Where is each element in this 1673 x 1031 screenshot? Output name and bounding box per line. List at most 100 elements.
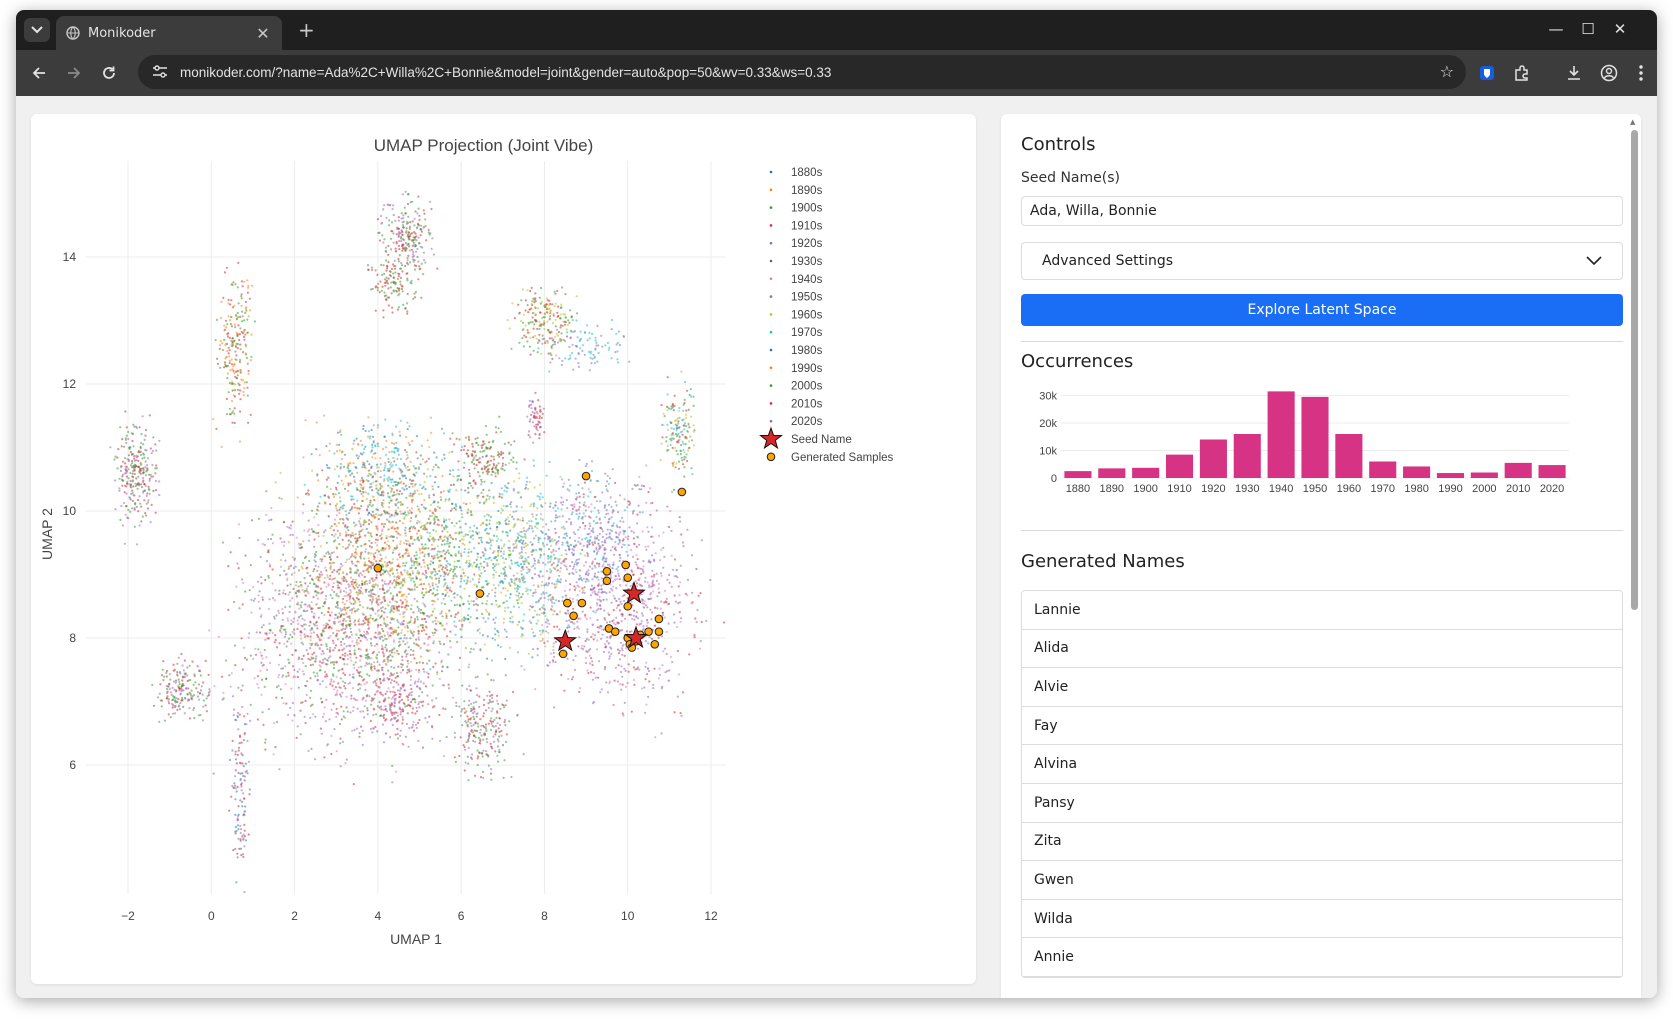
name-point	[352, 521, 356, 524]
name-point	[492, 501, 495, 505]
name-point	[650, 592, 653, 595]
name-point	[453, 525, 456, 528]
name-point	[288, 591, 291, 594]
name-point	[296, 619, 299, 622]
name-point	[342, 710, 345, 713]
name-point	[523, 668, 526, 671]
name-point	[557, 580, 560, 583]
name-point	[646, 667, 650, 670]
name-point	[430, 548, 433, 551]
name-point	[478, 536, 481, 539]
name-point	[397, 453, 400, 456]
name-point	[443, 603, 447, 606]
name-point	[355, 641, 358, 644]
name-point	[606, 636, 609, 639]
name-point	[594, 522, 598, 525]
name-point	[301, 670, 304, 673]
name-point	[680, 617, 683, 620]
name-point	[415, 585, 418, 589]
name-point	[396, 619, 399, 622]
name-point	[646, 581, 649, 584]
name-point	[336, 570, 339, 573]
active-tab[interactable]: Monikoder ✕	[56, 16, 282, 50]
name-point	[410, 648, 413, 651]
name-point	[320, 570, 323, 574]
name-point	[624, 685, 628, 689]
name-point	[556, 564, 559, 567]
reload-icon[interactable]	[98, 62, 120, 84]
name-point	[568, 517, 571, 521]
name-point	[260, 654, 263, 657]
name-point	[319, 727, 322, 730]
minimize-icon[interactable]: —	[1546, 20, 1566, 38]
name-point	[596, 618, 599, 622]
profile-icon[interactable]	[1598, 62, 1620, 84]
name-point	[384, 418, 387, 421]
forward-icon[interactable]	[63, 62, 85, 84]
bitwarden-extension-icon[interactable]	[1476, 62, 1498, 84]
name-point	[310, 627, 313, 630]
name-point	[559, 581, 562, 584]
menu-kebab-icon[interactable]	[1630, 62, 1652, 84]
address-bar[interactable]: monikoder.com/?name=Ada%2C+Willa%2C+Bonn…	[138, 55, 1466, 89]
name-point	[382, 447, 385, 451]
extensions-puzzle-icon[interactable]	[1511, 62, 1533, 84]
site-settings-icon[interactable]	[152, 65, 170, 79]
tab-search-button[interactable]	[24, 18, 50, 42]
name-point	[578, 569, 581, 572]
name-point	[516, 532, 519, 535]
name-point	[458, 603, 461, 606]
name-point	[584, 524, 587, 527]
back-icon[interactable]	[28, 62, 50, 84]
name-point	[463, 551, 466, 554]
name-point	[374, 452, 377, 455]
name-point	[557, 600, 561, 603]
name-point	[500, 539, 503, 542]
name-point	[516, 623, 519, 626]
name-point	[518, 539, 521, 543]
name-point	[548, 661, 552, 664]
name-point	[342, 572, 345, 575]
name-point	[330, 561, 334, 565]
close-window-icon[interactable]: ✕	[1610, 20, 1630, 38]
name-point	[399, 457, 403, 461]
name-point	[554, 501, 557, 504]
name-point	[583, 501, 586, 504]
name-point	[391, 478, 394, 481]
name-point	[495, 528, 498, 531]
name-point	[438, 559, 441, 562]
bookmark-star-icon[interactable]: ☆	[1440, 62, 1454, 81]
name-point	[355, 437, 358, 440]
name-point	[625, 550, 628, 553]
download-icon[interactable]	[1563, 62, 1585, 84]
name-point	[292, 587, 295, 590]
name-point	[399, 540, 402, 543]
name-point	[420, 611, 423, 614]
name-point	[660, 732, 663, 735]
maximize-icon[interactable]: ☐	[1578, 20, 1598, 38]
name-point	[358, 584, 361, 587]
name-point	[420, 583, 423, 586]
name-point	[355, 487, 358, 490]
name-point	[483, 502, 486, 505]
name-point	[431, 582, 434, 585]
close-tab-icon[interactable]: ✕	[254, 24, 272, 43]
name-point	[256, 580, 260, 583]
name-point	[351, 544, 355, 547]
name-point	[586, 553, 590, 556]
name-point	[369, 534, 372, 537]
name-point	[649, 502, 652, 505]
name-point	[304, 492, 308, 496]
name-point	[355, 669, 359, 672]
umap-plot[interactable]: −2 0 2 4 6 8 10 1268101214UMAP 1UMAP 21880s1890…	[31, 114, 976, 984]
name-point	[654, 606, 657, 609]
new-tab-icon[interactable]: +	[298, 20, 315, 40]
name-point	[403, 515, 406, 519]
name-point	[598, 547, 601, 550]
name-point	[503, 561, 506, 564]
name-point	[387, 669, 390, 672]
name-point	[500, 512, 503, 515]
url-text[interactable]: monikoder.com/?name=Ada%2C+Willa%2C+Bonn…	[180, 65, 831, 80]
name-point	[280, 631, 283, 634]
name-point	[264, 741, 267, 744]
